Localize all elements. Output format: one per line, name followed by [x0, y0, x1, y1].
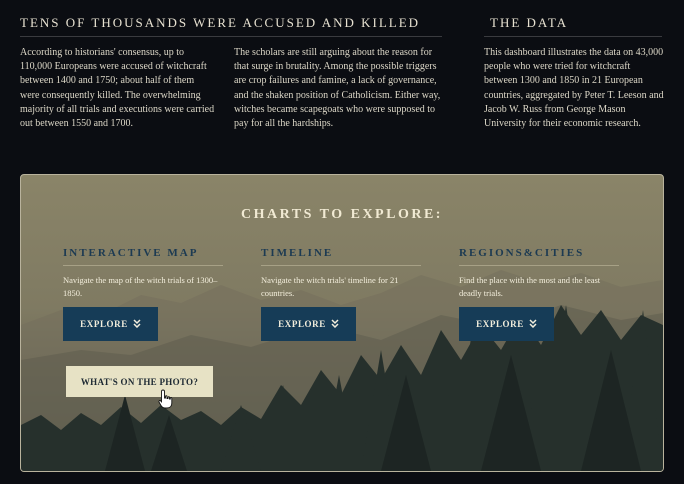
chart-title-divider	[261, 265, 421, 266]
photo-button-label: WHAT'S ON THE PHOTO?	[80, 376, 199, 387]
chart-description-regions: Find the place with the most and the lea…	[459, 275, 601, 298]
chart-title-timeline: TIMELINE	[261, 247, 334, 259]
explore-timeline-button[interactable]: EXPLORE	[261, 307, 356, 341]
intro-column-2: The scholars are still arguing about the…	[234, 0, 442, 131]
chart-description-map: Navigate the map of the witch trials of …	[63, 275, 218, 298]
explore-button-label: EXPLORE	[278, 319, 326, 329]
data-column: THE DATA This dashboard illustrates the …	[484, 0, 664, 131]
intro-paragraph-1: According to historians' consensus, up t…	[20, 47, 215, 130]
chart-description-timeline: Navigate the witch trials' timeline for …	[261, 275, 399, 298]
hand-pointer-icon	[158, 389, 174, 414]
data-heading-divider	[484, 36, 662, 37]
double-chevron-down-icon	[529, 318, 537, 330]
data-heading: THE DATA	[490, 15, 569, 30]
data-paragraph: This dashboard illustrates the data on 4…	[484, 47, 664, 130]
chart-card-map: INTERACTIVE MAP Navigate the map of the …	[63, 247, 223, 299]
chart-card-regions: REGIONS&CITIES Find the place with the m…	[459, 247, 619, 299]
chart-card-timeline: TIMELINE Navigate the witch trials' time…	[261, 247, 421, 299]
explore-button-label: EXPLORE	[476, 319, 524, 329]
whats-on-the-photo-button[interactable]: WHAT'S ON THE PHOTO?	[66, 366, 213, 397]
explore-map-button[interactable]: EXPLORE	[63, 307, 158, 341]
intro-heading-2	[234, 16, 442, 36]
explore-button-label: EXPLORE	[80, 319, 128, 329]
charts-panel: CHARTS TO EXPLORE: INTERACTIVE MAP Navig…	[20, 174, 664, 472]
double-chevron-down-icon	[133, 318, 141, 330]
chart-title-divider	[63, 265, 223, 266]
intro-paragraph-2: The scholars are still arguing about the…	[234, 47, 441, 130]
panel-title: CHARTS TO EXPLORE:	[241, 207, 443, 222]
chart-title-map: INTERACTIVE MAP	[63, 247, 199, 259]
chart-title-regions: REGIONS&CITIES	[459, 247, 585, 259]
chart-title-divider	[459, 265, 619, 266]
intro-column-1: TENS OF THOUSANDS WERE ACCUSED AND KILLE…	[20, 0, 442, 131]
explore-regions-button[interactable]: EXPLORE	[459, 307, 554, 341]
double-chevron-down-icon	[331, 318, 339, 330]
